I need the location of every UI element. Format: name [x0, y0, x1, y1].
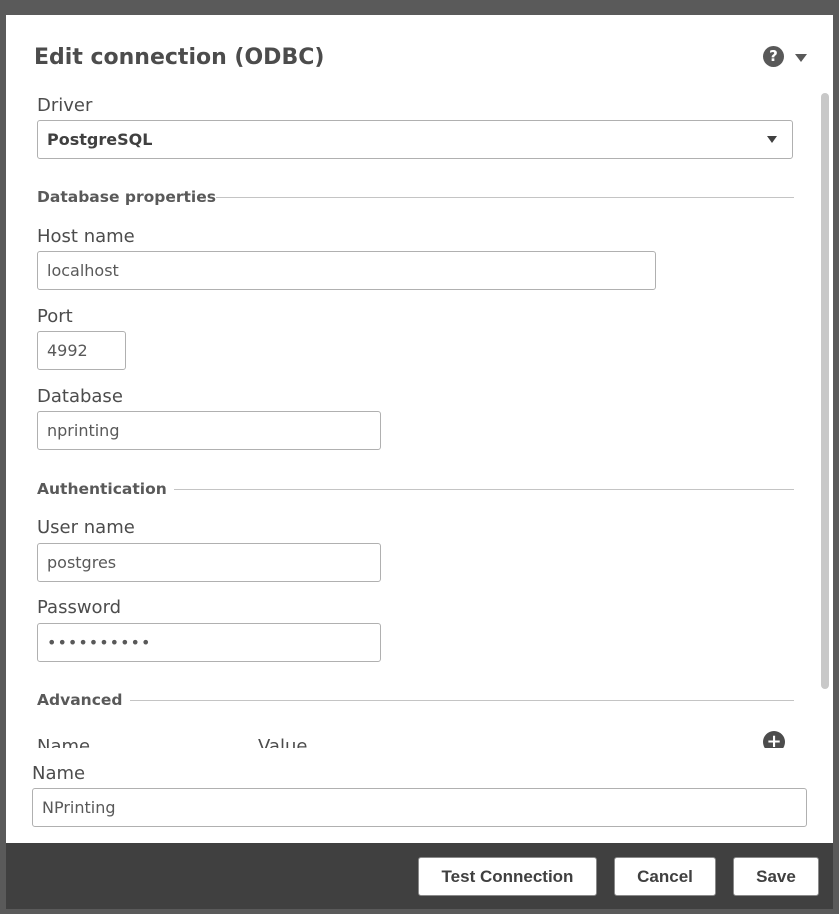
user-name-input[interactable]: postgres	[37, 543, 381, 582]
section-divider	[130, 700, 794, 701]
menu-caret-icon[interactable]	[795, 54, 807, 62]
save-button[interactable]: Save	[733, 857, 819, 896]
host-name-input[interactable]: localhost	[37, 251, 656, 290]
scrollbar[interactable]	[821, 93, 829, 689]
section-divider	[174, 489, 794, 490]
select-caret-icon	[767, 136, 777, 143]
password-label: Password	[37, 597, 122, 618]
section-divider	[216, 197, 794, 198]
connection-name-input[interactable]: NPrinting	[32, 788, 807, 827]
database-properties-heading: Database properties	[37, 188, 216, 206]
authentication-heading: Authentication	[37, 480, 167, 498]
port-input[interactable]: 4992	[37, 331, 126, 370]
help-icon[interactable]: ?	[763, 46, 784, 67]
driver-select[interactable]: PostgreSQL	[37, 120, 793, 159]
dialog-footer: Test Connection Cancel Save	[6, 843, 833, 909]
password-input[interactable]: ••••••••••	[37, 623, 381, 662]
edit-connection-dialog: Edit connection (ODBC) ? Driver PostgreS…	[6, 15, 833, 843]
connection-name-label: Name	[32, 763, 86, 784]
driver-label: Driver	[37, 95, 93, 116]
host-name-label: Host name	[37, 226, 135, 247]
database-label: Database	[37, 386, 123, 407]
cancel-button[interactable]: Cancel	[614, 857, 716, 896]
test-connection-button[interactable]: Test Connection	[418, 857, 597, 896]
scroll-clip	[6, 748, 814, 768]
advanced-heading: Advanced	[37, 691, 123, 709]
port-label: Port	[37, 306, 73, 327]
dialog-title: Edit connection (ODBC)	[34, 45, 325, 70]
user-name-label: User name	[37, 517, 135, 538]
driver-select-value: PostgreSQL	[47, 130, 153, 149]
database-input[interactable]: nprinting	[37, 411, 381, 450]
